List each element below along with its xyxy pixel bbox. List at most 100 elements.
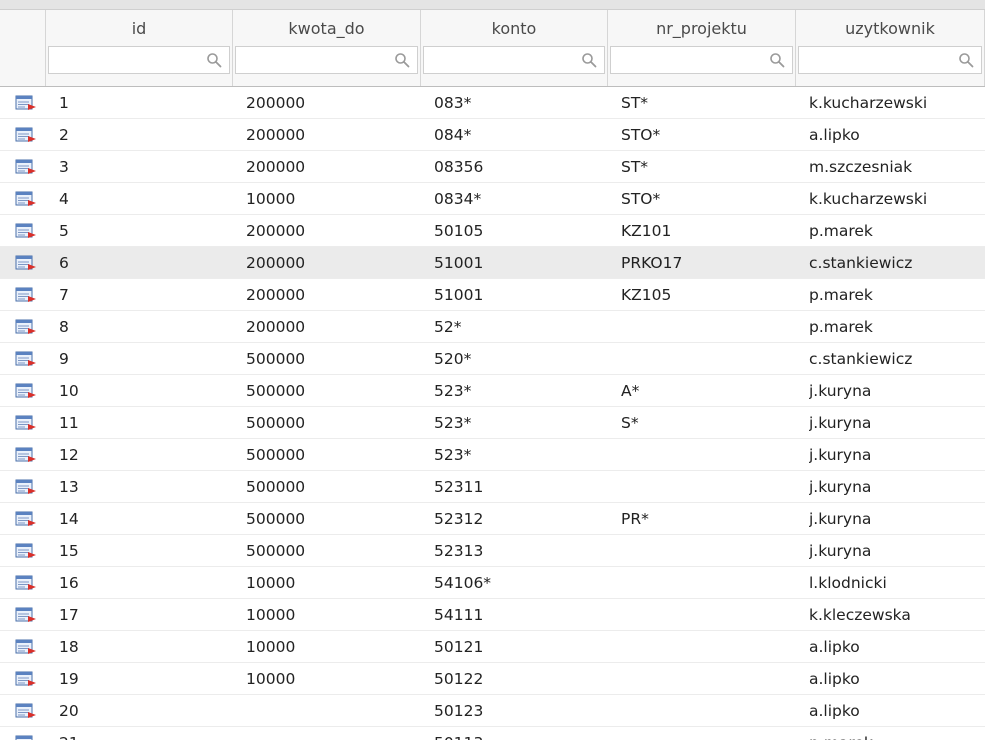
table-row[interactable]: 9 500000 520* c.stankiewicz xyxy=(0,343,985,375)
edit-record-icon[interactable] xyxy=(15,383,37,399)
table-row[interactable]: 10 500000 523* A* j.kuryna xyxy=(0,375,985,407)
table-row[interactable]: 18 10000 50121 a.lipko xyxy=(0,631,985,663)
edit-record-icon[interactable] xyxy=(15,447,37,463)
edit-record-icon[interactable] xyxy=(15,159,37,175)
cell-id: 12 xyxy=(59,446,79,464)
table-row[interactable]: 12 500000 523* j.kuryna xyxy=(0,439,985,471)
edit-record-icon[interactable] xyxy=(15,127,37,143)
table-row[interactable]: 2 200000 084* STO* a.lipko xyxy=(0,119,985,151)
cell-id: 4 xyxy=(59,190,69,208)
edit-record-icon[interactable] xyxy=(15,191,37,207)
table-row[interactable]: 14 500000 52312 PR* j.kuryna xyxy=(0,503,985,535)
cell-uzytkownik: l.klodnicki xyxy=(809,574,887,592)
column-header-label: uzytkownik xyxy=(845,19,935,38)
search-icon[interactable] xyxy=(206,52,222,68)
search-icon[interactable] xyxy=(958,52,974,68)
cell-uzytkownik: j.kuryna xyxy=(809,382,872,400)
table-row[interactable]: 3 200000 08356 ST* m.szczesniak xyxy=(0,151,985,183)
search-icon[interactable] xyxy=(394,52,410,68)
cell-uzytkownik: m.szczesniak xyxy=(809,158,913,176)
cell-nr-projektu xyxy=(621,727,792,740)
cell-kwota-do: 10000 xyxy=(246,638,296,656)
cell-kwota-do xyxy=(246,695,417,727)
table-row[interactable]: 7 200000 51001 KZ105 p.marek xyxy=(0,279,985,311)
grid-header: id kwota_do konto nr_projektu uzytkownik xyxy=(0,10,985,87)
table-row[interactable]: 20 50123 a.lipko xyxy=(0,695,985,727)
edit-record-icon[interactable] xyxy=(15,479,37,495)
column-header-kwota-do[interactable]: kwota_do xyxy=(233,10,421,86)
table-row[interactable]: 6 200000 51001 PRKO17 c.stankiewicz xyxy=(0,247,985,279)
cell-konto: 083* xyxy=(434,94,472,112)
edit-record-icon[interactable] xyxy=(15,607,37,623)
cell-id: 17 xyxy=(59,606,79,624)
cell-id: 18 xyxy=(59,638,79,656)
cell-nr-projektu: S* xyxy=(621,414,639,432)
table-row[interactable]: 19 10000 50122 a.lipko xyxy=(0,663,985,695)
grid-top-strip xyxy=(0,0,985,10)
table-row[interactable]: 5 200000 50105 KZ101 p.marek xyxy=(0,215,985,247)
cell-konto: 084* xyxy=(434,126,472,144)
table-row[interactable]: 13 500000 52311 j.kuryna xyxy=(0,471,985,503)
table-row[interactable]: 16 10000 54106* l.klodnicki xyxy=(0,567,985,599)
table-row[interactable]: 21 50113 p.marek xyxy=(0,727,985,740)
cell-id: 19 xyxy=(59,670,79,688)
filter-input-nr-projektu[interactable] xyxy=(610,46,793,74)
cell-konto: 54106* xyxy=(434,574,492,592)
table-row[interactable]: 11 500000 523* S* j.kuryna xyxy=(0,407,985,439)
cell-nr-projektu: PRKO17 xyxy=(621,254,683,272)
cell-nr-projektu xyxy=(621,663,792,695)
edit-record-icon[interactable] xyxy=(15,543,37,559)
cell-kwota-do: 10000 xyxy=(246,190,296,208)
cell-kwota-do: 10000 xyxy=(246,574,296,592)
cell-nr-projektu xyxy=(621,695,792,727)
search-icon[interactable] xyxy=(769,52,785,68)
edit-record-icon[interactable] xyxy=(15,351,37,367)
cell-nr-projektu xyxy=(621,311,792,343)
cell-nr-projektu xyxy=(621,599,792,631)
filter-input-kwota-do[interactable] xyxy=(235,46,418,74)
filter-input-uzytkownik[interactable] xyxy=(798,46,982,74)
cell-kwota-do: 200000 xyxy=(246,254,306,272)
table-row[interactable]: 8 200000 52* p.marek xyxy=(0,311,985,343)
cell-uzytkownik: k.kucharzewski xyxy=(809,190,928,208)
cell-uzytkownik: a.lipko xyxy=(809,670,860,688)
cell-konto: 51001 xyxy=(434,286,484,304)
cell-id: 14 xyxy=(59,510,79,528)
table-row[interactable]: 15 500000 52313 j.kuryna xyxy=(0,535,985,567)
cell-kwota-do: 500000 xyxy=(246,542,306,560)
edit-record-icon[interactable] xyxy=(15,575,37,591)
edit-record-icon[interactable] xyxy=(15,287,37,303)
table-row[interactable]: 4 10000 0834* STO* k.kucharzewski xyxy=(0,183,985,215)
cell-kwota-do: 200000 xyxy=(246,126,306,144)
edit-record-icon[interactable] xyxy=(15,735,37,740)
column-header-uzytkownik[interactable]: uzytkownik xyxy=(796,10,985,86)
table-row[interactable]: 17 10000 54111 k.kleczewska xyxy=(0,599,985,631)
cell-id: 20 xyxy=(59,702,79,720)
edit-record-icon[interactable] xyxy=(15,223,37,239)
column-header-nr-projektu[interactable]: nr_projektu xyxy=(608,10,796,86)
column-header-konto[interactable]: konto xyxy=(421,10,608,86)
cell-id: 5 xyxy=(59,222,69,240)
filter-input-id[interactable] xyxy=(48,46,230,74)
cell-nr-projektu xyxy=(621,567,792,599)
cell-uzytkownik: j.kuryna xyxy=(809,510,872,528)
edit-record-icon[interactable] xyxy=(15,255,37,271)
table-row[interactable]: 1 200000 083* ST* k.kucharzewski xyxy=(0,87,985,119)
cell-uzytkownik: c.stankiewicz xyxy=(809,254,913,272)
cell-kwota-do: 200000 xyxy=(246,286,306,304)
filter-input-konto[interactable] xyxy=(423,46,605,74)
edit-record-icon[interactable] xyxy=(15,703,37,719)
edit-record-icon[interactable] xyxy=(15,511,37,527)
edit-record-icon[interactable] xyxy=(15,639,37,655)
cell-nr-projektu: ST* xyxy=(621,158,649,176)
edit-record-icon[interactable] xyxy=(15,671,37,687)
header-gutter xyxy=(0,10,46,86)
edit-record-icon[interactable] xyxy=(15,95,37,111)
cell-uzytkownik: j.kuryna xyxy=(809,446,872,464)
search-icon[interactable] xyxy=(581,52,597,68)
column-header-id[interactable]: id xyxy=(46,10,233,86)
cell-kwota-do: 500000 xyxy=(246,478,306,496)
cell-nr-projektu xyxy=(621,471,792,503)
edit-record-icon[interactable] xyxy=(15,319,37,335)
edit-record-icon[interactable] xyxy=(15,415,37,431)
